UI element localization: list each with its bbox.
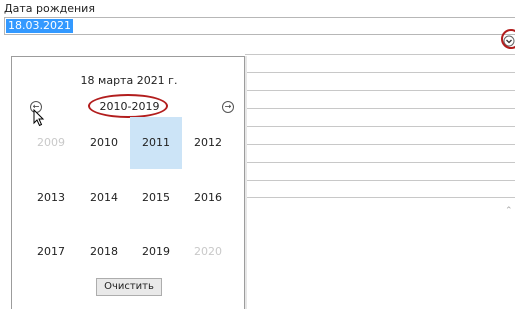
year-cell[interactable]: 2010 bbox=[78, 117, 130, 169]
grid-line bbox=[245, 144, 515, 145]
date-input[interactable]: 18.03.2021 bbox=[4, 17, 515, 35]
year-cell[interactable]: 2019 bbox=[130, 226, 182, 278]
grid-line bbox=[245, 162, 515, 163]
next-decade-button[interactable]: → bbox=[222, 101, 234, 113]
year-cell[interactable]: 2009 bbox=[25, 117, 77, 169]
year-cell[interactable]: 2013 bbox=[25, 172, 77, 224]
popup-shadow bbox=[245, 56, 247, 309]
year-cell[interactable]: 2011 bbox=[130, 117, 182, 169]
year-cell[interactable]: 2016 bbox=[182, 172, 234, 224]
year-cell[interactable]: 2017 bbox=[25, 226, 77, 278]
grid-line bbox=[245, 126, 515, 127]
background-pane bbox=[245, 197, 515, 310]
year-cell[interactable]: 2012 bbox=[182, 117, 234, 169]
arrow-right-circle-icon: → bbox=[224, 102, 232, 111]
today-label[interactable]: 18 марта 2021 г. bbox=[12, 74, 246, 87]
year-cell[interactable]: 2020 bbox=[182, 226, 234, 278]
grid-line bbox=[245, 72, 515, 73]
grid-line bbox=[245, 90, 515, 91]
year-cell[interactable]: 2015 bbox=[130, 172, 182, 224]
year-cell[interactable]: 2018 bbox=[78, 226, 130, 278]
grid-line bbox=[245, 180, 515, 181]
date-value[interactable]: 18.03.2021 bbox=[6, 19, 73, 33]
scroll-up-icon[interactable]: ⌃ bbox=[505, 206, 513, 216]
decade-highlight-ring bbox=[88, 94, 168, 118]
grid-line bbox=[245, 108, 515, 109]
calendar-popup: 18 марта 2021 г. ← 2010-2019 → 2009 2010 2… bbox=[11, 56, 245, 309]
grid-line bbox=[245, 54, 515, 55]
clear-button[interactable]: Очистить bbox=[96, 278, 162, 296]
field-label: Дата рождения bbox=[4, 2, 95, 15]
year-cell[interactable]: 2014 bbox=[78, 172, 130, 224]
dropdown-highlight-ring bbox=[501, 29, 515, 49]
